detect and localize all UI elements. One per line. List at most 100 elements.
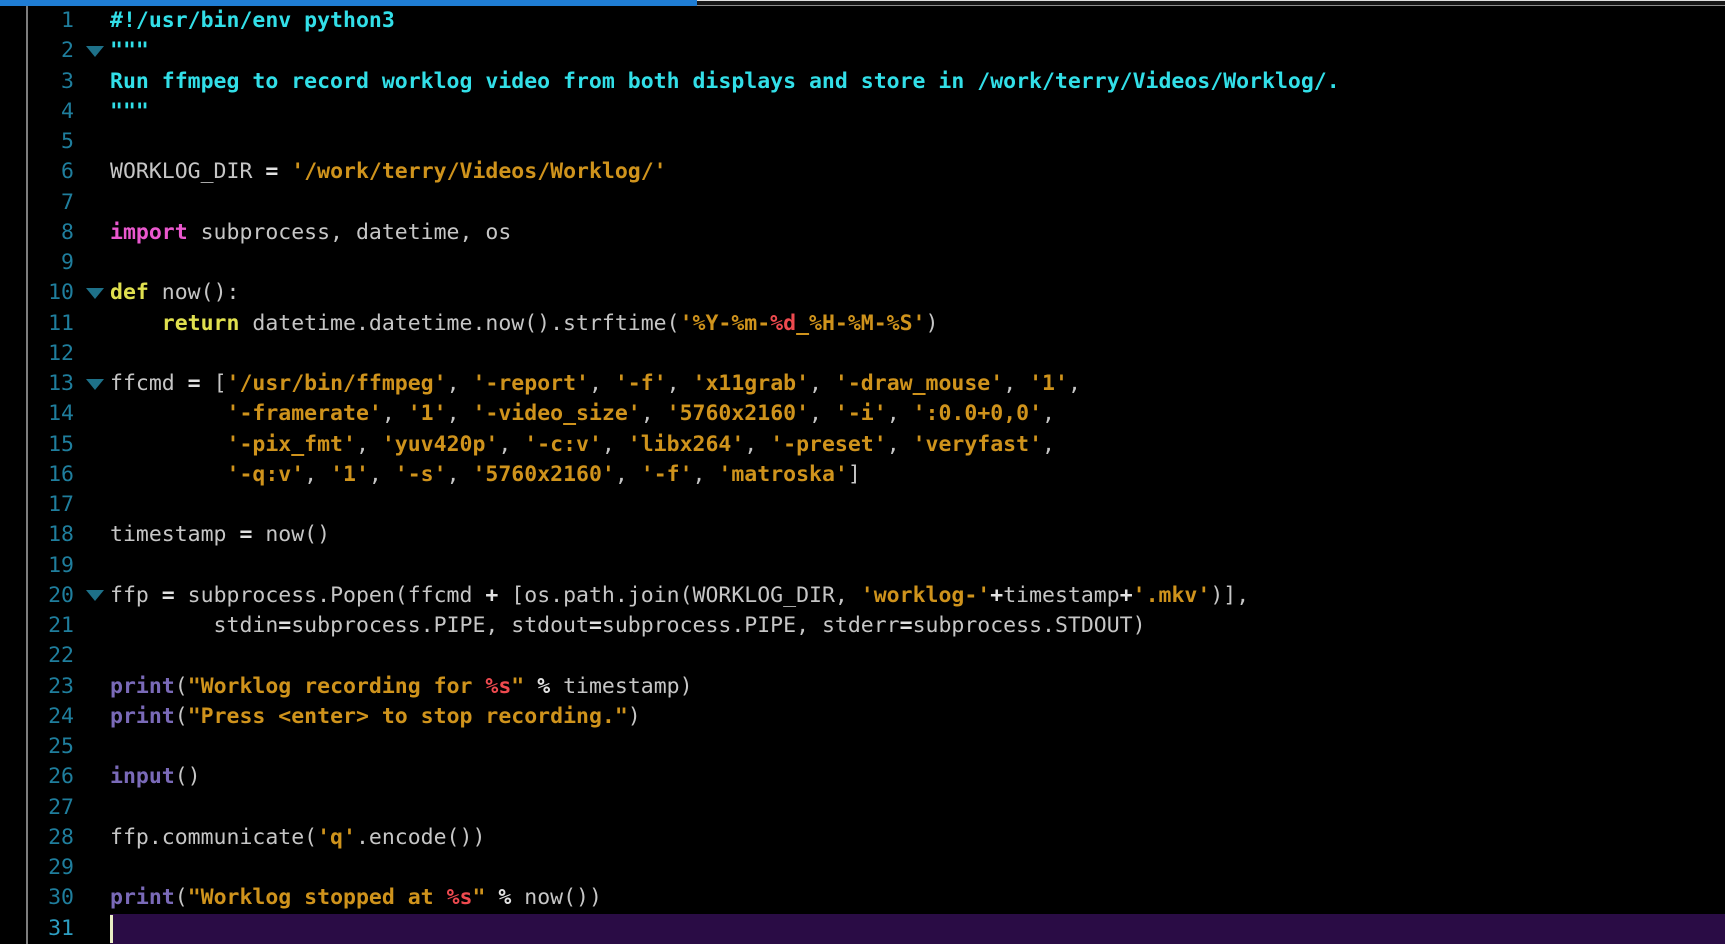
- line-number: 31: [28, 914, 80, 944]
- editor-left-margin: [0, 309, 28, 339]
- fold-marker-column: [80, 581, 110, 611]
- code-token: timestamp: [1003, 583, 1120, 608]
- text-cursor: [110, 915, 113, 943]
- editor-left-margin: [0, 793, 28, 823]
- code-token: import: [110, 220, 188, 245]
- line-number: 1: [28, 6, 80, 36]
- code-line-text[interactable]: ffp = subprocess.Popen(ffcmd + [os.path.…: [110, 581, 1725, 611]
- code-token: [110, 462, 227, 487]
- code-line-text[interactable]: return datetime.datetime.now().strftime(…: [110, 309, 1725, 339]
- editor-left-margin: [0, 823, 28, 853]
- code-token: ,: [447, 401, 473, 426]
- fold-arrow-icon[interactable]: [86, 379, 104, 390]
- code-token: ffp: [110, 583, 162, 608]
- code-token: '1': [330, 462, 369, 487]
- code-token: '/usr/bin/ffmpeg': [227, 371, 447, 396]
- code-token: '1': [1029, 371, 1068, 396]
- code-token: '-preset': [770, 432, 887, 457]
- code-token: =: [188, 371, 201, 396]
- editor-left-margin: [0, 67, 28, 97]
- code-line-text[interactable]: """: [110, 97, 1725, 127]
- code-token: [278, 159, 291, 184]
- code-token: ": [472, 885, 485, 910]
- code-line-text[interactable]: ffcmd = ['/usr/bin/ffmpeg', '-report', '…: [110, 369, 1725, 399]
- code-token: ffcmd: [110, 371, 188, 396]
- code-line: 8import subprocess, datetime, os: [0, 218, 1725, 248]
- code-line-text[interactable]: '-q:v', '1', '-s', '5760x2160', '-f', 'm…: [110, 460, 1725, 490]
- code-token: )],: [1210, 583, 1249, 608]
- code-token: '-f': [641, 462, 693, 487]
- code-line-text[interactable]: WORKLOG_DIR = '/work/terry/Videos/Worklo…: [110, 157, 1725, 187]
- code-line-text[interactable]: [110, 551, 1725, 581]
- code-token: [110, 432, 227, 457]
- code-line-text[interactable]: def now():: [110, 278, 1725, 308]
- code-token: (): [175, 764, 201, 789]
- code-token: ): [926, 311, 939, 336]
- code-token: '1': [408, 401, 447, 426]
- code-line-text[interactable]: [110, 732, 1725, 762]
- editor-left-margin: [0, 369, 28, 399]
- code-line-text[interactable]: [110, 853, 1725, 883]
- code-token: %: [537, 674, 550, 699]
- code-token: ,: [615, 462, 641, 487]
- code-line-text[interactable]: print("Worklog stopped at %s" % now()): [110, 883, 1725, 913]
- code-line: 18timestamp = now(): [0, 520, 1725, 550]
- code-line: 16 '-q:v', '1', '-s', '5760x2160', '-f',…: [0, 460, 1725, 490]
- fold-arrow-icon[interactable]: [86, 288, 104, 299]
- code-line-text[interactable]: print("Press <enter> to stop recording."…: [110, 702, 1725, 732]
- editor-left-margin: [0, 248, 28, 278]
- code-token: =: [278, 613, 291, 638]
- code-line-text[interactable]: [110, 339, 1725, 369]
- line-number: 30: [28, 883, 80, 913]
- code-line-text[interactable]: ffp.communicate('q'.encode()): [110, 823, 1725, 853]
- fold-arrow-icon[interactable]: [86, 46, 104, 57]
- code-token: [: [201, 371, 227, 396]
- code-line-text[interactable]: print("Worklog recording for %s" % times…: [110, 672, 1725, 702]
- code-token: =: [589, 613, 602, 638]
- code-line-text[interactable]: import subprocess, datetime, os: [110, 218, 1725, 248]
- fold-marker-column: [80, 672, 110, 702]
- editor-left-margin: [0, 883, 28, 913]
- code-token: print: [110, 674, 175, 699]
- code-line-text[interactable]: input(): [110, 762, 1725, 792]
- code-token: ,: [1042, 401, 1055, 426]
- code-line-text[interactable]: [110, 641, 1725, 671]
- code-line-text[interactable]: [110, 490, 1725, 520]
- code-line-text[interactable]: """: [110, 36, 1725, 66]
- code-token: '-i': [835, 401, 887, 426]
- fold-marker-column: [80, 914, 110, 944]
- code-line-text[interactable]: [110, 914, 1725, 944]
- fold-marker-column: [80, 399, 110, 429]
- code-token: subprocess.PIPE, stdout: [291, 613, 589, 638]
- fold-marker-column: [80, 36, 110, 66]
- code-token: return: [162, 311, 240, 336]
- code-line-text[interactable]: Run ffmpeg to record worklog video from …: [110, 67, 1725, 97]
- code-line-text[interactable]: stdin=subprocess.PIPE, stdout=subprocess…: [110, 611, 1725, 641]
- code-line-text[interactable]: '-pix_fmt', 'yuv420p', '-c:v', 'libx264'…: [110, 430, 1725, 460]
- line-number: 20: [28, 581, 80, 611]
- fold-arrow-icon[interactable]: [86, 590, 104, 601]
- code-token: 'x11grab': [693, 371, 810, 396]
- code-area[interactable]: 1#!/usr/bin/env python32"""3Run ffmpeg t…: [0, 6, 1725, 944]
- code-line: 19: [0, 551, 1725, 581]
- code-token: stdin: [110, 613, 278, 638]
- code-line-text[interactable]: #!/usr/bin/env python3: [110, 6, 1725, 36]
- code-line-text[interactable]: [110, 127, 1725, 157]
- fold-marker-column: [80, 793, 110, 823]
- code-token: =: [265, 159, 278, 184]
- code-token: #!/usr/bin/env python3: [110, 8, 395, 33]
- code-token: '.mkv': [1133, 583, 1211, 608]
- code-line-text[interactable]: [110, 248, 1725, 278]
- code-token: Run ffmpeg to record worklog video from …: [110, 69, 1340, 94]
- code-line: 31: [0, 914, 1725, 944]
- code-line-text[interactable]: timestamp = now(): [110, 520, 1725, 550]
- code-token: ,: [887, 401, 913, 426]
- fold-marker-column: [80, 520, 110, 550]
- code-line-text[interactable]: [110, 793, 1725, 823]
- code-token: 'q': [317, 825, 356, 850]
- code-token: ,: [1042, 432, 1055, 457]
- line-number: 26: [28, 762, 80, 792]
- line-number: 22: [28, 641, 80, 671]
- code-line-text[interactable]: [110, 188, 1725, 218]
- code-line-text[interactable]: '-framerate', '1', '-video_size', '5760x…: [110, 399, 1725, 429]
